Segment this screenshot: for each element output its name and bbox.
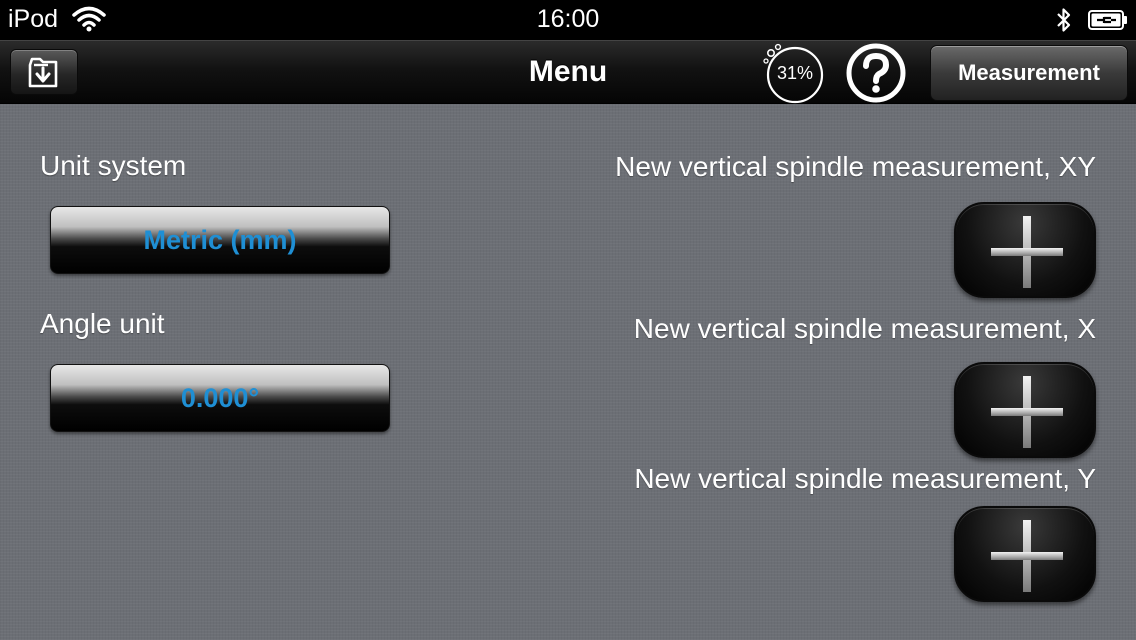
plus-icon bbox=[991, 520, 1063, 592]
measurement-button[interactable]: Measurement bbox=[930, 45, 1128, 101]
menu-content: Unit system Metric (mm) Angle unit 0.000… bbox=[0, 104, 1136, 640]
unit-system-label: Unit system bbox=[40, 150, 187, 181]
plus-icon bbox=[991, 216, 1063, 288]
measurement-x-label: New vertical spindle measurement, X bbox=[633, 313, 1096, 344]
angle-unit-button[interactable]: 0.000° bbox=[50, 364, 390, 432]
measurement-xy-label: New vertical spindle measurement, XY bbox=[615, 151, 1096, 182]
add-measurement-xy-button[interactable] bbox=[954, 202, 1096, 298]
help-icon[interactable] bbox=[846, 43, 906, 103]
status-bar: iPod 16:00 bbox=[0, 0, 1136, 40]
battery-charging-icon bbox=[1088, 10, 1127, 30]
add-measurement-x-button[interactable] bbox=[954, 362, 1096, 458]
progress-indicator: 31% bbox=[760, 41, 826, 105]
progress-percent: 31% bbox=[776, 63, 814, 83]
status-time: 16:00 bbox=[536, 5, 600, 33]
plus-icon bbox=[991, 376, 1063, 448]
measurement-y-label: New vertical spindle measurement, Y bbox=[634, 463, 1096, 494]
navigation-bar: Menu 31% Measurement bbox=[0, 40, 1136, 104]
bluetooth-icon bbox=[1057, 8, 1071, 32]
angle-unit-label: Angle unit bbox=[40, 308, 165, 339]
unit-system-button[interactable]: Metric (mm) bbox=[50, 206, 390, 274]
add-measurement-y-button[interactable] bbox=[954, 506, 1096, 602]
